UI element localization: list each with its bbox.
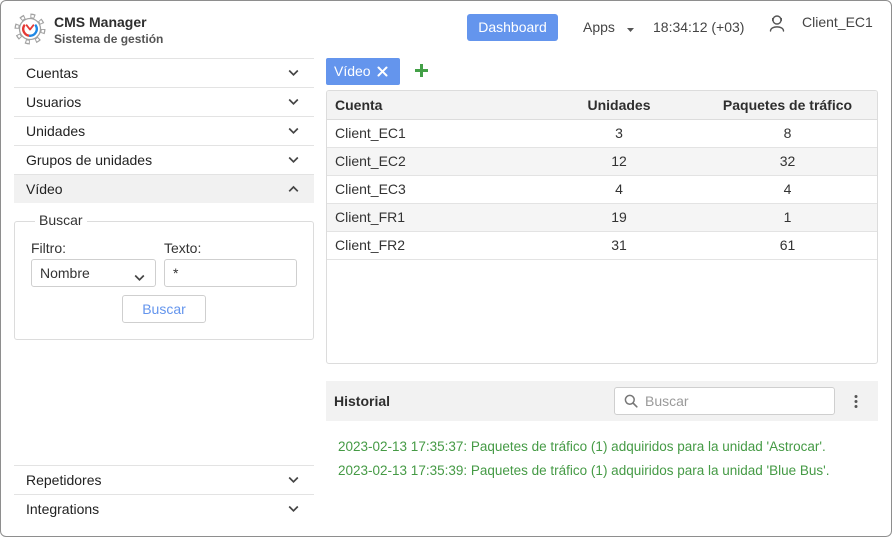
cell-account: Client_EC3 (335, 181, 406, 197)
sidebar-item-repetidores[interactable]: Repetidores (14, 465, 314, 494)
sidebar-item-video[interactable]: Vídeo (14, 174, 314, 203)
sidebar-item-label: Unidades (26, 123, 86, 139)
app-title: CMS Manager (54, 14, 147, 30)
sidebar-item-label: Grupos de unidades (26, 152, 153, 168)
table-row[interactable]: Client_FR2 31 61 (327, 232, 877, 260)
history-search-box[interactable] (614, 387, 835, 415)
search-panel-legend: Buscar (35, 211, 87, 229)
sidebar-item-unidades[interactable]: Unidades (14, 116, 314, 145)
user-name[interactable]: Client_EC1 (802, 13, 873, 31)
history-entry: 2023-02-13 17:35:39: Paquetes de tráfico… (338, 463, 830, 478)
cell-traffic-packages: 8 (783, 125, 792, 141)
table-row[interactable]: Client_EC2 12 32 (327, 148, 877, 176)
chevron-down-icon (288, 98, 299, 106)
chevron-up-icon (288, 185, 299, 193)
dashboard-button[interactable]: Dashboard (467, 14, 558, 41)
caret-down-icon (626, 18, 634, 36)
plus-icon[interactable] (414, 63, 429, 78)
chevron-down-icon (288, 476, 299, 484)
search-icon (624, 394, 638, 408)
column-header-account[interactable]: Cuenta (327, 91, 540, 119)
column-header-units[interactable]: Unidades (540, 91, 698, 119)
gear-logo-icon (14, 13, 46, 45)
cell-traffic-packages: 61 (779, 237, 796, 253)
chevron-down-icon (288, 127, 299, 135)
cell-traffic-packages: 4 (783, 181, 792, 197)
chevron-down-icon (288, 505, 299, 513)
kebab-menu-icon[interactable] (853, 394, 859, 409)
search-text-input[interactable] (164, 259, 297, 287)
app-subtitle: Sistema de gestión (54, 32, 164, 46)
table-row[interactable]: Client_EC1 3 8 (327, 120, 877, 148)
text-label: Texto: (164, 240, 202, 256)
cell-units: 4 (615, 181, 623, 197)
cell-traffic-packages: 32 (779, 153, 796, 169)
clock: 18:34:12 (+03) (653, 19, 745, 35)
chevron-down-icon (288, 156, 299, 164)
filter-select[interactable]: Nombre (31, 259, 156, 287)
chevron-down-icon (134, 269, 145, 285)
filter-select-value: Nombre (40, 265, 90, 281)
table-row[interactable]: Client_FR1 19 1 (327, 204, 877, 232)
cell-account: Client_EC1 (335, 125, 406, 141)
search-button[interactable]: Buscar (122, 295, 206, 323)
cms-manager-window: CMS Manager Sistema de gestión Dashboard… (0, 0, 892, 537)
table-header-row: Cuenta Unidades Paquetes de tráfico (327, 91, 877, 120)
sidebar-item-integrations[interactable]: Integrations (14, 494, 314, 523)
history-header: Historial (326, 381, 878, 421)
sidebar-item-grupos-de-unidades[interactable]: Grupos de unidades (14, 145, 314, 174)
cell-units: 31 (611, 237, 627, 253)
sidebar-item-label: Integrations (26, 501, 100, 517)
cell-traffic-packages: 1 (783, 209, 792, 225)
sidebar-item-label: Repetidores (26, 472, 102, 488)
close-icon[interactable] (377, 66, 388, 77)
sidebar-item-label: Usuarios (26, 94, 82, 110)
sidebar-item-label: Cuentas (26, 65, 79, 81)
sidebar-item-usuarios[interactable]: Usuarios (14, 87, 314, 116)
cell-units: 19 (611, 209, 627, 225)
history-search-input[interactable] (645, 388, 825, 414)
user-icon[interactable] (769, 14, 785, 32)
sidebar-item-cuentas[interactable]: Cuentas (14, 58, 314, 87)
cell-account: Client_FR1 (335, 209, 406, 225)
filter-label: Filtro: (31, 240, 66, 256)
cell-units: 3 (615, 125, 623, 141)
column-header-traffic-packages[interactable]: Paquetes de tráfico (698, 91, 877, 119)
sidebar-item-label: Vídeo (26, 181, 63, 197)
table-row[interactable]: Client_EC3 4 4 (327, 176, 877, 204)
tab-label: Vídeo (334, 63, 371, 79)
accounts-table: Cuenta Unidades Paquetes de tráfico Clie… (326, 90, 878, 364)
cell-account: Client_FR2 (335, 237, 406, 253)
cell-units: 12 (611, 153, 627, 169)
tab-video[interactable]: Vídeo (326, 58, 400, 85)
cell-account: Client_EC2 (335, 153, 406, 169)
apps-menu[interactable]: Apps (583, 18, 634, 36)
apps-label: Apps (583, 19, 615, 35)
history-title: Historial (334, 393, 391, 409)
history-entry: 2023-02-13 17:35:37: Paquetes de tráfico… (338, 439, 826, 454)
chevron-down-icon (288, 69, 299, 77)
